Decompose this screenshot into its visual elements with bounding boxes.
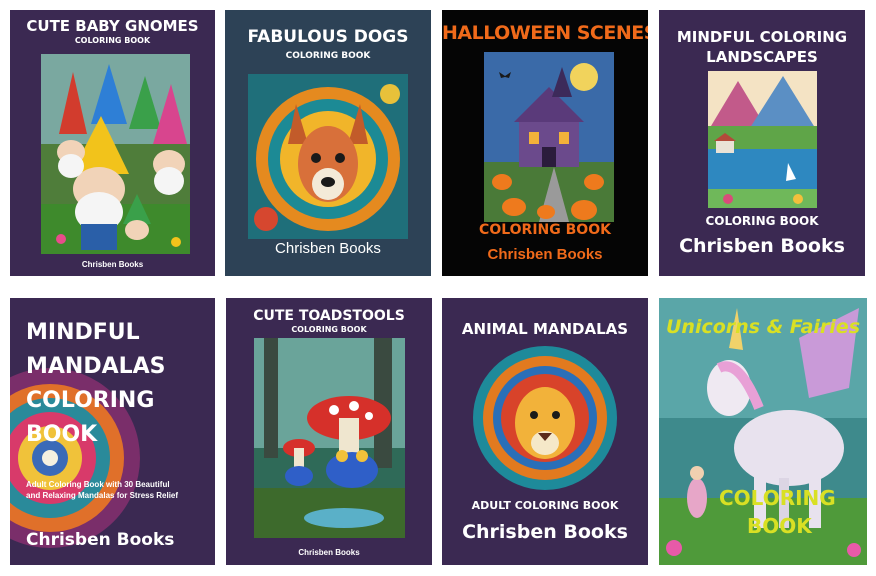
book-subtitle: COLORING BOOK	[74, 36, 151, 45]
book-author: Chrisben Books	[81, 260, 144, 269]
book-author: Chrisben Books	[462, 521, 628, 543]
book-cover-halloween-scenes[interactable]: HALLOWEEN SCENES COLORING BOOK Chrisben …	[442, 10, 648, 276]
book-author: Chrisben Books	[679, 235, 845, 257]
book-subtitle: COLORING BOOK	[285, 51, 371, 61]
book-subtitle: COLORING BOOK	[705, 214, 819, 228]
book-author: Chrisben Books	[298, 548, 360, 557]
lion-mandala-illustration	[472, 343, 618, 493]
book-subtitle: COLORING BOOK	[479, 222, 611, 238]
book-title: HALLOWEEN SCENES	[442, 22, 648, 44]
book-cover-cute-baby-gnomes[interactable]: CUTE BABY GNOMES COLORING BOOK Chrisben …	[10, 10, 215, 276]
gnomes-illustration	[41, 54, 190, 254]
book-title: CUTE BABY GNOMES	[26, 17, 199, 35]
book-title-line4: BOOK	[26, 422, 98, 447]
book-description-line1: Adult Coloring Book with 30 Beautiful	[26, 480, 170, 489]
dog-mandala-illustration	[248, 74, 408, 239]
book-subtitle: ADULT COLORING BOOK	[471, 499, 619, 512]
book-title: FABULOUS DOGS	[247, 27, 409, 47]
book-cover-cute-toadstools[interactable]: CUTE TOADSTOOLS COLORING BOOK Chrisben B…	[226, 298, 432, 565]
book-title: Unicorns & Fairies	[666, 316, 860, 338]
toadstool-frog-illustration	[254, 338, 405, 538]
book-cover-mindful-mandalas[interactable]: MINDFUL MANDALAS COLORING BOOK Adult Col…	[10, 298, 215, 565]
book-description-line2: and Relaxing Mandalas for Stress Relief	[26, 491, 179, 500]
landscape-illustration	[708, 71, 817, 208]
book-title-line2: MANDALAS	[26, 354, 166, 379]
book-title: ANIMAL MANDALAS	[461, 320, 629, 338]
book-author: Chrisben Books	[275, 240, 381, 257]
book-author: Chrisben Books	[26, 530, 175, 550]
book-cover-mindful-coloring-landscapes[interactable]: MINDFUL COLORING LANDSCAPES COLORING BOO…	[659, 10, 865, 276]
book-subtitle-line2: BOOK	[747, 514, 812, 538]
book-title: CUTE TOADSTOOLS	[253, 308, 405, 324]
book-cover-fabulous-dogs[interactable]: FABULOUS DOGS COLORING BOOK Chrisben Boo…	[225, 10, 431, 276]
book-title-line1: MINDFUL	[26, 320, 140, 345]
book-title-line2: LANDSCAPES	[706, 48, 818, 66]
book-title-line3: COLORING	[26, 388, 155, 413]
book-cover-unicorns-and-fairies[interactable]: Unicorns & Fairies COLORING BOOK	[659, 298, 867, 565]
haunted-house-illustration	[484, 52, 614, 222]
book-subtitle-line1: COLORING	[719, 486, 836, 510]
book-title-line1: MINDFUL COLORING	[676, 28, 848, 46]
book-cover-animal-mandalas[interactable]: ANIMAL MANDALAS ADULT COLORING BOOK Chri…	[442, 298, 648, 565]
book-author: Chrisben Books	[487, 246, 603, 263]
book-subtitle: COLORING BOOK	[291, 325, 367, 334]
